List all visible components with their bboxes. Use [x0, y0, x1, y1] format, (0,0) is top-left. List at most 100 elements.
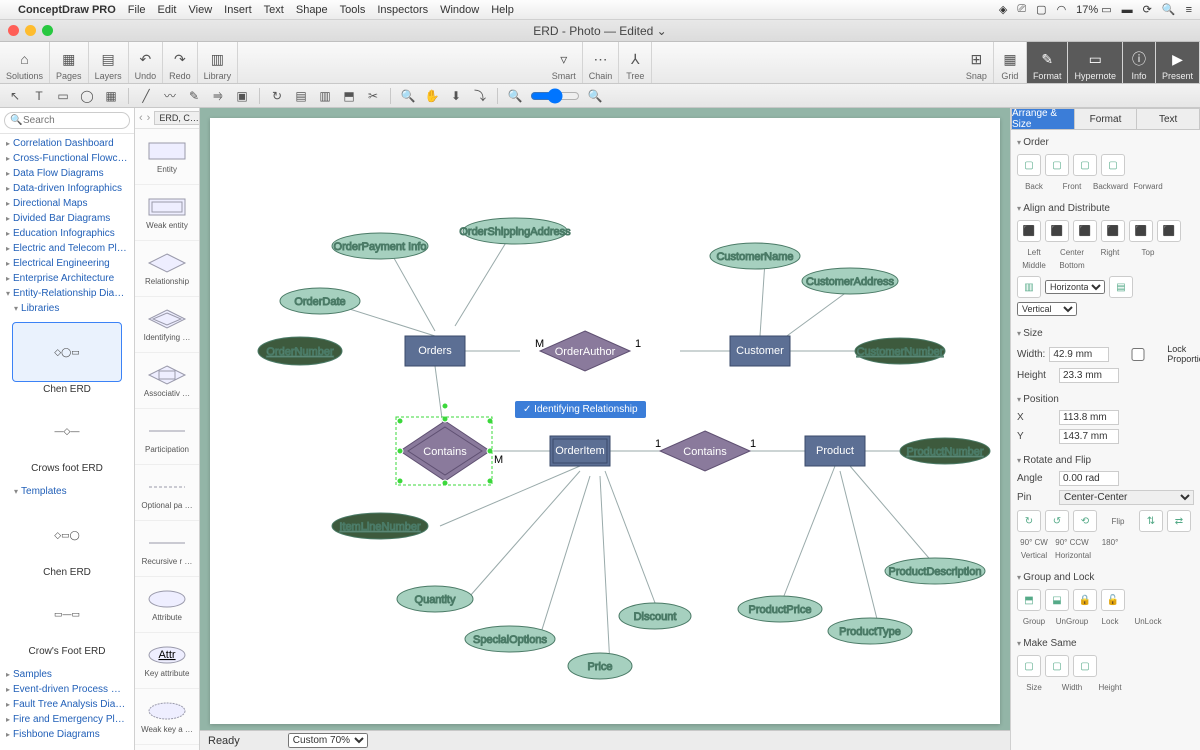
- attr-ordernumber[interactable]: OrderNumber: [258, 337, 342, 365]
- menu-inspectors[interactable]: Inspectors: [377, 4, 428, 16]
- attr-price[interactable]: Price: [568, 653, 632, 679]
- solutions-button[interactable]: ⌂: [15, 49, 35, 69]
- tree-item-libraries[interactable]: Libraries: [0, 301, 134, 316]
- lib-item[interactable]: Identifying …: [135, 297, 199, 353]
- document-title[interactable]: ERD - Photo — Edited ⌄: [533, 24, 666, 38]
- menu-insert[interactable]: Insert: [224, 4, 252, 16]
- minimize-window-button[interactable]: [25, 25, 36, 36]
- lib-item[interactable]: Weak key a …: [135, 689, 199, 745]
- section-group[interactable]: Group and Lock: [1017, 569, 1194, 586]
- align-center-button[interactable]: ⬛: [1045, 220, 1069, 242]
- group-tool-icon[interactable]: ⬒: [340, 87, 358, 105]
- hamburger-icon[interactable]: ≡: [1186, 4, 1192, 16]
- tree-item[interactable]: Event-driven Process Chain: [0, 682, 134, 697]
- angle-input[interactable]: [1059, 471, 1119, 486]
- tree-item[interactable]: Data-driven Infographics: [0, 181, 134, 196]
- align-bottom-button[interactable]: ⬛: [1157, 220, 1181, 242]
- hand-tool-icon[interactable]: ✋: [423, 87, 441, 105]
- entity-product[interactable]: Product: [805, 436, 865, 466]
- tree-button[interactable]: ⅄: [625, 49, 645, 69]
- tree-item[interactable]: Fire and Emergency Plans: [0, 712, 134, 727]
- attr-productprice[interactable]: ProductPrice: [738, 596, 822, 622]
- zoom-select[interactable]: Custom 70%: [288, 733, 368, 748]
- smart-button[interactable]: ▿: [554, 49, 574, 69]
- tree-item[interactable]: Fault Tree Analysis Diagrams: [0, 697, 134, 712]
- pointer-tool-icon[interactable]: ↖: [6, 87, 24, 105]
- connector-tool-icon[interactable]: ⥤: [209, 87, 227, 105]
- tree-item[interactable]: Electric and Telecom Plans: [0, 241, 134, 256]
- pages-button[interactable]: ▦: [59, 49, 79, 69]
- order-back-button[interactable]: ▢: [1017, 154, 1041, 176]
- canvas-area[interactable]: Orders Customer Product OrderItem OrderA…: [200, 108, 1010, 750]
- lib-item[interactable]: Entity: [135, 129, 199, 185]
- redo-button[interactable]: ↷: [170, 49, 190, 69]
- same-width-button[interactable]: ▢: [1045, 655, 1069, 677]
- tree-item[interactable]: Fishbone Diagrams: [0, 727, 134, 742]
- lib-item[interactable]: Weak entity: [135, 185, 199, 241]
- align-middle-button[interactable]: ⬛: [1129, 220, 1153, 242]
- lib-back-icon[interactable]: ‹: [139, 112, 143, 124]
- undo-button[interactable]: ↶: [135, 49, 155, 69]
- entity-customer[interactable]: Customer: [730, 336, 790, 366]
- section-size[interactable]: Size: [1017, 325, 1194, 342]
- tree-item[interactable]: Education Infographics: [0, 226, 134, 241]
- flip-h-button[interactable]: ⇄: [1167, 510, 1191, 532]
- align-tool-icon[interactable]: ▤: [292, 87, 310, 105]
- distribute-tool-icon[interactable]: ▥: [316, 87, 334, 105]
- height-input[interactable]: [1059, 368, 1119, 383]
- scissors-tool-icon[interactable]: ✂: [364, 87, 382, 105]
- rot-ccw-button[interactable]: ↺: [1045, 510, 1069, 532]
- tree-item[interactable]: Samples: [0, 667, 134, 682]
- tree-item-templates[interactable]: Templates: [0, 484, 134, 499]
- library-button[interactable]: ▥: [207, 49, 227, 69]
- hypernote-button[interactable]: ▭: [1085, 49, 1105, 69]
- zoom-window-button[interactable]: [42, 25, 53, 36]
- tree-item[interactable]: Enterprise Architecture: [0, 271, 134, 286]
- spotlight-icon[interactable]: 🔍: [1162, 3, 1176, 16]
- lib-item[interactable]: Optional pa …: [135, 465, 199, 521]
- template-thumb-crows[interactable]: ▭—▭: [12, 584, 122, 644]
- attr-orderdate[interactable]: OrderDate: [280, 288, 360, 314]
- present-button[interactable]: ▶: [1168, 49, 1188, 69]
- lock-proportions-check[interactable]: [1113, 348, 1163, 361]
- tree-item[interactable]: Directional Maps: [0, 196, 134, 211]
- zoom-in-icon[interactable]: 🔍: [586, 87, 604, 105]
- tree-item[interactable]: Divided Bar Diagrams: [0, 211, 134, 226]
- chain-button[interactable]: ⋯: [591, 49, 611, 69]
- close-window-button[interactable]: [8, 25, 19, 36]
- attr-quantity[interactable]: Quantity: [397, 586, 473, 612]
- rect-tool-icon[interactable]: ▭: [54, 87, 72, 105]
- section-position[interactable]: Position: [1017, 391, 1194, 408]
- ellipse-tool-icon[interactable]: ◯: [78, 87, 96, 105]
- order-forward-button[interactable]: ▢: [1101, 154, 1125, 176]
- x-input[interactable]: [1059, 410, 1119, 425]
- lib-item[interactable]: AttrKey attribute: [135, 633, 199, 689]
- image-tool-icon[interactable]: ▣: [233, 87, 251, 105]
- rot-180-button[interactable]: ⟲: [1073, 510, 1097, 532]
- shape-tool-icon[interactable]: ▦: [102, 87, 120, 105]
- rel-orderauthor[interactable]: OrderAuthor: [540, 331, 630, 371]
- flip-v-button[interactable]: ⇅: [1139, 510, 1163, 532]
- pin-select[interactable]: Center-Center: [1059, 490, 1194, 505]
- same-height-button[interactable]: ▢: [1073, 655, 1097, 677]
- lib-fwd-icon[interactable]: ›: [147, 112, 151, 124]
- section-order[interactable]: Order: [1017, 134, 1194, 151]
- search-input[interactable]: [4, 112, 130, 129]
- pen-tool-icon[interactable]: ✎: [185, 87, 203, 105]
- rotate-tool-icon[interactable]: ↻: [268, 87, 286, 105]
- attr-productnumber[interactable]: ProductNumber: [900, 438, 990, 464]
- dist-h-button[interactable]: ▥: [1017, 276, 1041, 298]
- lib-item[interactable]: Participation: [135, 409, 199, 465]
- library-thumb-chen[interactable]: ◇◯▭: [12, 322, 122, 382]
- battery-status[interactable]: 17% ▭: [1076, 3, 1111, 16]
- y-input[interactable]: [1059, 429, 1119, 444]
- tree-item[interactable]: Data Flow Diagrams: [0, 166, 134, 181]
- tab-text[interactable]: Text: [1137, 108, 1200, 130]
- tree-item[interactable]: Cross-Functional Flowcharts: [0, 151, 134, 166]
- dist-v-select[interactable]: Vertical: [1017, 302, 1077, 316]
- tree-item[interactable]: Correlation Dashboard: [0, 136, 134, 151]
- menu-shape[interactable]: Shape: [296, 4, 328, 16]
- lib-dropdown[interactable]: ERD, C…: [154, 111, 200, 125]
- align-right-button[interactable]: ⬛: [1073, 220, 1097, 242]
- ungroup-button[interactable]: ⬓: [1045, 589, 1069, 611]
